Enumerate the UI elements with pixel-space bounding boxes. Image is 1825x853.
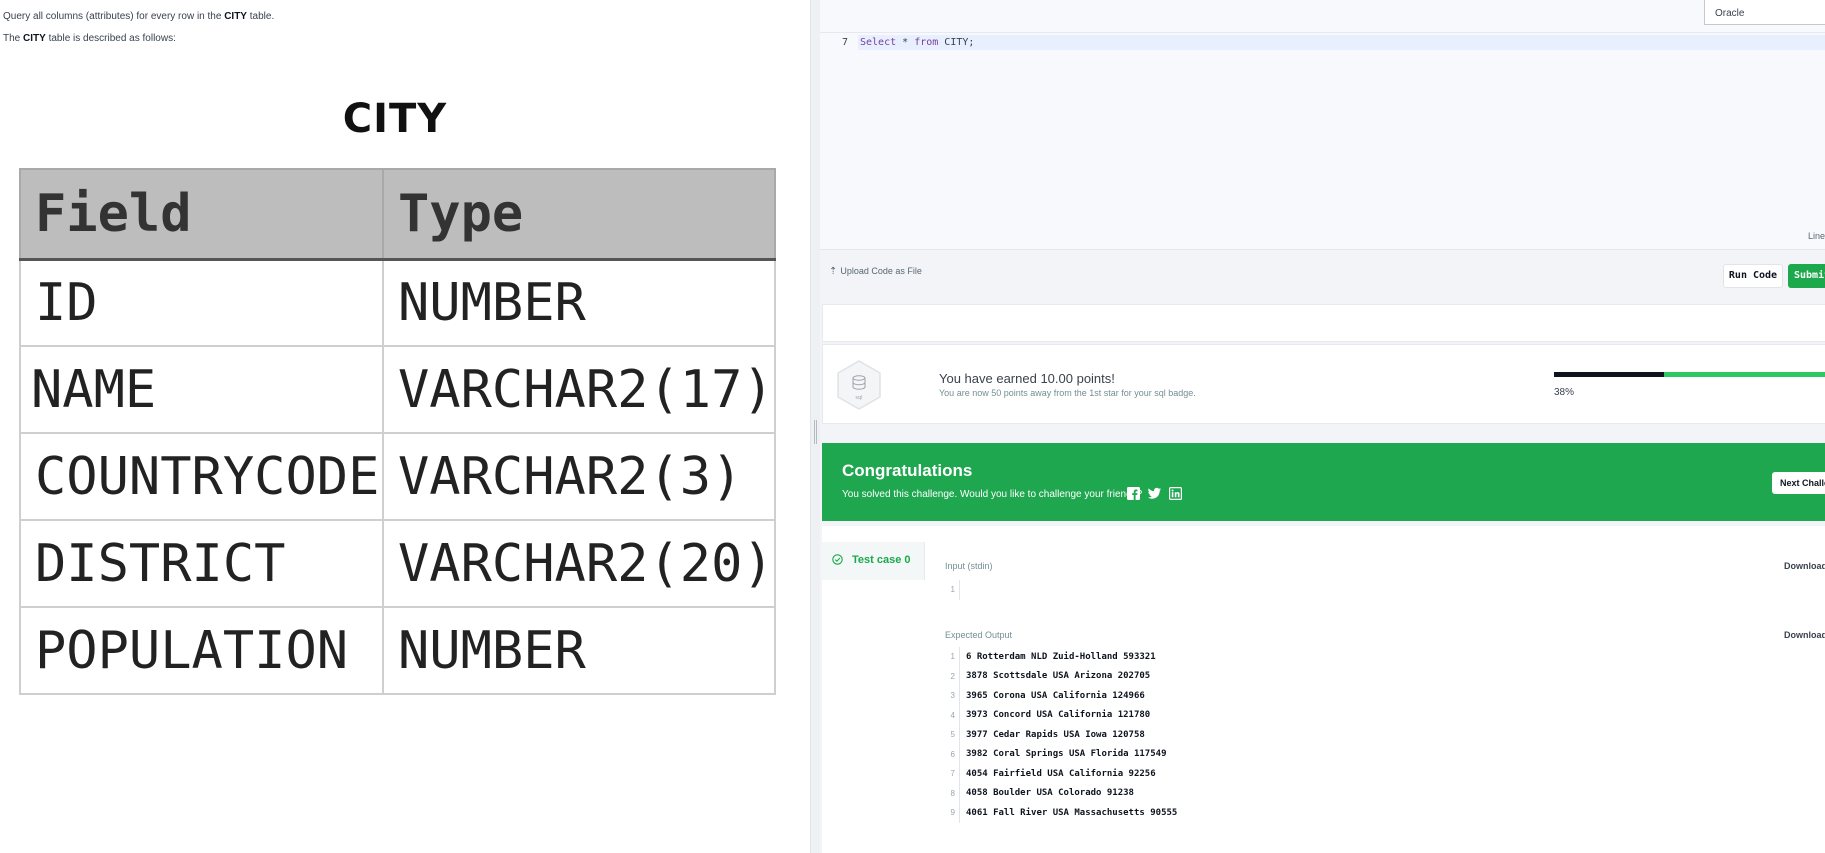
list-item: 16 Rotterdam NLD Zuid-Holland 593321 — [945, 647, 1825, 667]
code-line[interactable]: Select * from CITY; — [860, 37, 974, 48]
list-item: 2 3878 Scottsdale USA Arizona 202705 — [945, 666, 1825, 686]
grip-icon — [814, 420, 817, 444]
congrats-message: You solved this challenge. Would you lik… — [842, 489, 1143, 500]
download-output-link[interactable]: Download — [1784, 630, 1825, 640]
points-remaining: You are now 50 points away from the 1st … — [939, 388, 1196, 398]
expected-output-box: 16 Rotterdam NLD Zuid-Holland 593321 2 38… — [945, 647, 1825, 823]
solution-pane: Oracle 7 Select * from CITY; Line ⇡ Uploa… — [820, 0, 1825, 853]
points-banner: sql You have earned 10.00 points! You ar… — [822, 344, 1825, 424]
list-item: 6 3982 Coral Springs USA Florida 117549 — [945, 744, 1825, 764]
list-item: 4 3973 Concord USA California 121780 — [945, 705, 1825, 725]
points-earned: You have earned 10.00 points! — [939, 371, 1115, 386]
active-line-highlight — [858, 35, 1825, 50]
code-editor[interactable]: Oracle 7 Select * from CITY; Line — [820, 0, 1825, 250]
sql-badge-icon: sql — [837, 360, 881, 410]
pane-resize-handle[interactable] — [810, 0, 820, 853]
list-item: 8 4058 Boulder USA Colorado 91238 — [945, 783, 1825, 803]
linkedin-icon[interactable] — [1169, 487, 1182, 500]
congratulations-banner: Congratulations You solved this challeng… — [822, 443, 1825, 521]
table-description: The CITY table is described as follows: — [3, 33, 176, 44]
check-circle-icon — [832, 554, 843, 565]
facebook-icon[interactable] — [1127, 487, 1140, 500]
cursor-position: Line — [1808, 231, 1825, 241]
schema-header-row: Field Type — [19, 168, 776, 261]
schema-row: POPULATION NUMBER — [19, 606, 776, 695]
schema-type: NUMBER — [382, 606, 776, 695]
schema-row: DISTRICT VARCHAR2(20) — [19, 519, 776, 608]
schema-type: VARCHAR2(17) — [382, 345, 776, 434]
schema-row: ID NUMBER — [19, 258, 776, 347]
problem-pane: Query all columns (attributes) for every… — [0, 0, 810, 853]
schema-type: VARCHAR2(3) — [382, 432, 776, 521]
badge-progress-bar — [1554, 372, 1825, 377]
badge-label: sql — [855, 395, 862, 401]
schema-header-type: Type — [382, 168, 776, 261]
list-item: 9 4061 Fall River USA Massachusetts 90555 — [945, 803, 1825, 823]
line-number: 7 — [842, 37, 849, 48]
problem-description: Query all columns (attributes) for every… — [3, 11, 275, 22]
badge-progress-fill — [1554, 372, 1665, 377]
schema-field: COUNTRYCODE — [19, 432, 384, 521]
list-item: 3 3965 Corona USA California 124966 — [945, 686, 1825, 706]
upload-icon: ⇡ — [829, 266, 838, 277]
twitter-icon[interactable] — [1148, 487, 1161, 500]
schema-table-title: CITY — [342, 96, 448, 142]
schema-field: NAME — [19, 345, 384, 434]
schema-row: NAME VARCHAR2(17) — [19, 345, 776, 434]
schema-row: COUNTRYCODE VARCHAR2(3) — [19, 432, 776, 521]
run-code-button[interactable]: Run Code — [1723, 264, 1783, 288]
upload-code-link[interactable]: ⇡ Upload Code as File — [829, 266, 922, 277]
schema-field: DISTRICT — [19, 519, 384, 608]
tab-test-case-0[interactable]: Test case 0 — [822, 542, 925, 580]
language-select[interactable]: Oracle — [1704, 0, 1825, 25]
list-item: 7 4054 Fairfield USA California 92256 — [945, 764, 1825, 784]
schema-field: ID — [19, 258, 384, 347]
congrats-title: Congratulations — [842, 461, 973, 480]
schema-type: NUMBER — [382, 258, 776, 347]
schema-type: VARCHAR2(20) — [382, 519, 776, 608]
input-box: 1 — [945, 580, 1825, 600]
list-item: 5 3977 Cedar Rapids USA Iowa 120758 — [945, 725, 1825, 745]
next-challenge-button[interactable]: Next Challenge — [1772, 472, 1825, 494]
test-case-label: Test case 0 — [852, 554, 911, 566]
badge-progress-percent: 38% — [1554, 387, 1575, 398]
schema-header-field: Field — [19, 168, 384, 261]
list-item: 1 — [945, 580, 1825, 600]
expected-output-label: Expected Output — [945, 630, 1013, 640]
schema-table: Field Type ID NUMBER NAME VARCHAR2(17) C… — [19, 168, 776, 695]
submit-code-button[interactable]: Submit Code — [1788, 264, 1825, 288]
schema-field: POPULATION — [19, 606, 384, 695]
result-status-bar — [822, 304, 1825, 342]
input-label: Input (stdin) — [945, 561, 993, 571]
editor-divider — [820, 32, 1825, 33]
download-input-link[interactable]: Download — [1784, 561, 1825, 571]
test-results: Test case 0 Input (stdin) Download 1 Exp… — [822, 526, 1825, 853]
